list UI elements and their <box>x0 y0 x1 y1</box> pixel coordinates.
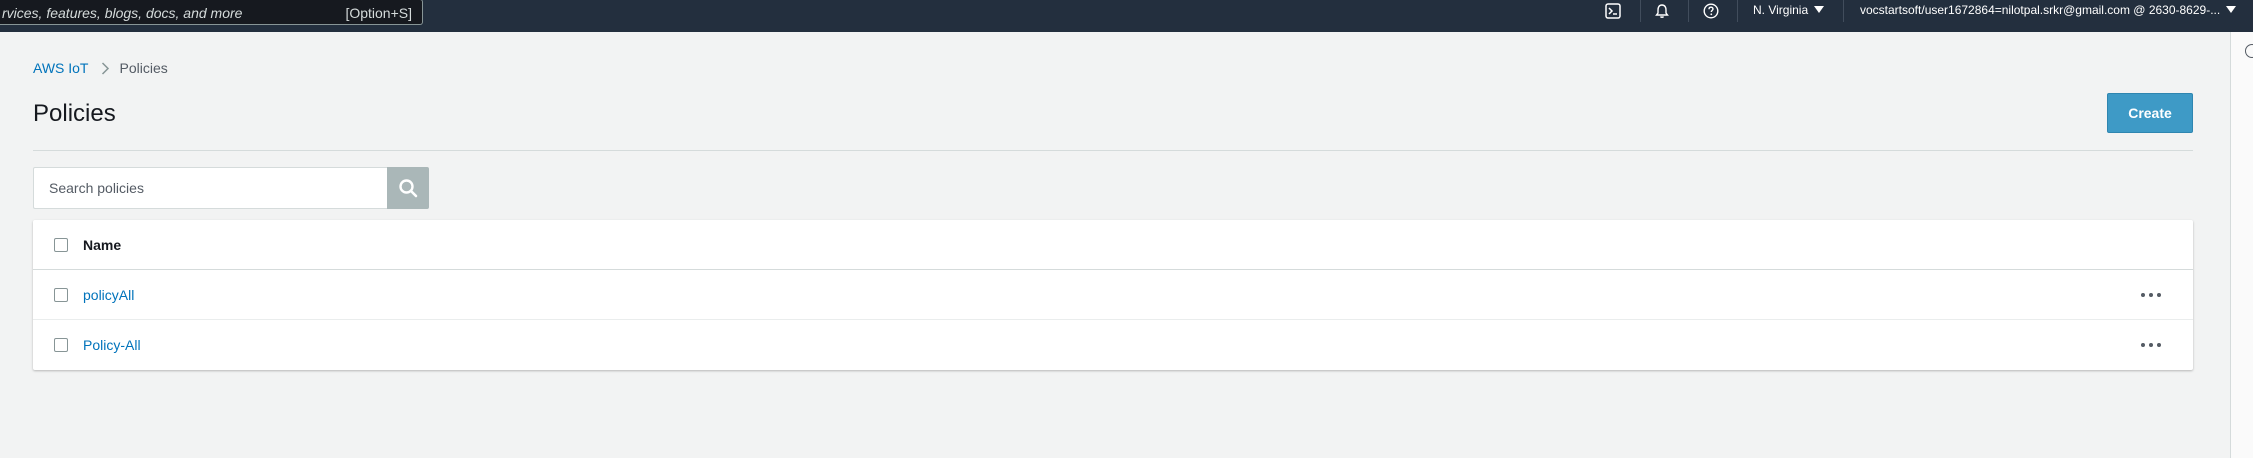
account-label: vocstartsoft/user1672864=nilotpal.srkr@g… <box>1860 3 2221 17</box>
column-header-name: Name <box>83 236 122 253</box>
region-label: N. Virginia <box>1753 3 1809 17</box>
search-shortcut-hint: [Option+S] <box>345 5 412 21</box>
breadcrumb-current: Policies <box>119 60 168 76</box>
region-selector[interactable]: N. Virginia <box>1753 3 1825 17</box>
breadcrumb-aws-iot[interactable]: AWS IoT <box>33 60 89 76</box>
table-row: policyAll <box>33 270 2193 320</box>
row-checkbox[interactable] <box>54 338 68 352</box>
policy-name-link[interactable]: Policy-All <box>83 337 141 353</box>
more-actions-icon[interactable] <box>2141 291 2161 299</box>
row-checkbox[interactable] <box>54 287 68 302</box>
select-all-checkbox[interactable] <box>54 237 68 252</box>
nav-divider <box>1688 0 1689 22</box>
nav-divider <box>1737 0 1738 22</box>
search-input[interactable] <box>33 167 387 209</box>
help-icon[interactable] <box>1701 0 1721 22</box>
more-actions-icon[interactable] <box>2141 341 2161 349</box>
breadcrumb: AWS IoT Policies <box>33 60 168 76</box>
nav-divider <box>1843 0 1844 22</box>
policy-name-link[interactable]: policyAll <box>83 287 134 303</box>
create-button[interactable]: Create <box>2107 93 2193 133</box>
policy-search <box>33 167 429 209</box>
page-title: Policies <box>33 100 116 127</box>
caret-down-icon <box>1814 6 1825 13</box>
header-divider <box>33 150 2193 151</box>
top-navigation-bar: rvices, features, blogs, docs, and more … <box>0 0 2253 32</box>
bell-icon[interactable] <box>1652 0 1672 22</box>
policies-table: Name policyAll Policy-All <box>33 220 2193 370</box>
global-search-placeholder: rvices, features, blogs, docs, and more <box>2 5 243 21</box>
info-icon[interactable] <box>2245 44 2253 58</box>
search-button[interactable] <box>387 167 429 209</box>
right-side-rail <box>2230 32 2253 458</box>
nav-divider <box>1640 0 1641 22</box>
caret-down-icon <box>2226 6 2237 13</box>
table-header-row: Name <box>33 220 2193 270</box>
table-row: Policy-All <box>33 320 2193 370</box>
search-icon <box>399 179 418 198</box>
chevron-right-icon <box>101 61 110 75</box>
global-search-box[interactable]: rvices, features, blogs, docs, and more … <box>0 0 423 25</box>
account-menu[interactable]: vocstartsoft/user1672864=nilotpal.srkr@g… <box>1860 3 2237 17</box>
cloudshell-icon[interactable] <box>1603 0 1623 22</box>
